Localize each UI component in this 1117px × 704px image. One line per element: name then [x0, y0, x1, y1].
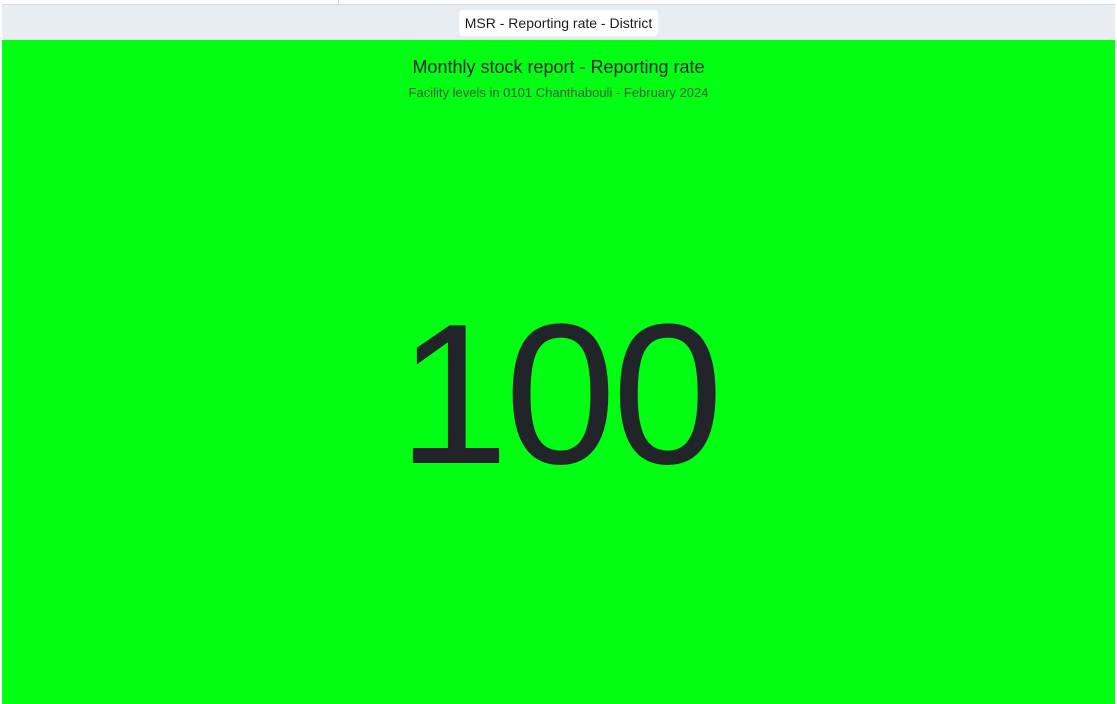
dashboard-item: MSR - Reporting rate - District Monthly … — [0, 0, 1117, 704]
visualization-title: Monthly stock report - Reporting rate — [412, 57, 705, 77]
single-value-visualization: Monthly stock report - Reporting rate Fa… — [2, 40, 1115, 704]
single-value: 100 — [397, 283, 724, 506]
item-header: MSR - Reporting rate - District — [2, 4, 1115, 40]
item-title-chip[interactable]: MSR - Reporting rate - District — [458, 10, 659, 36]
visualization-subtitle: Facility levels in 0101 Chanthabouli - F… — [408, 85, 709, 100]
